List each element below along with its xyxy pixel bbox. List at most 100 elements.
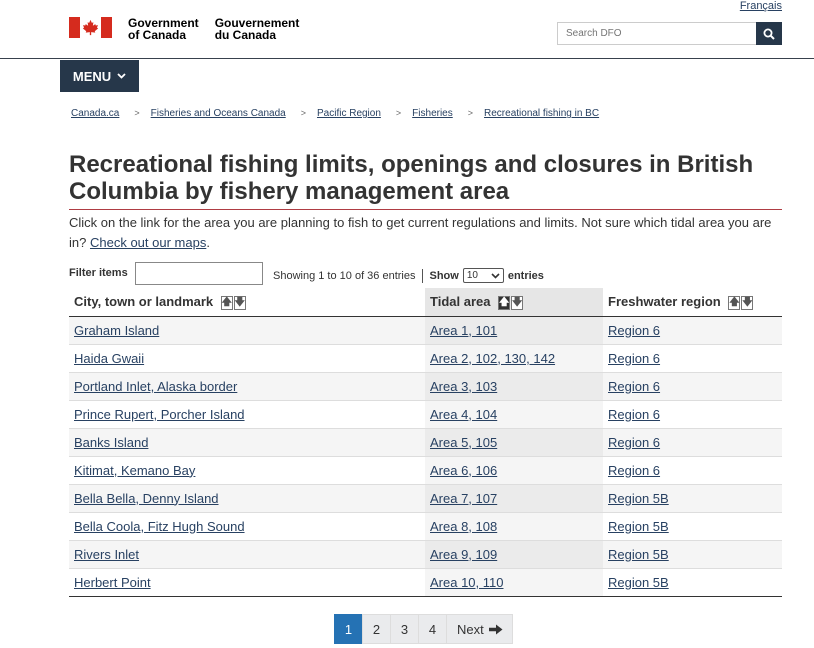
sort-descending-icon: 🡇 (511, 295, 524, 310)
freshwater-region-link[interactable]: Region 5B (608, 547, 669, 562)
city-link[interactable]: Bella Coola, Fitz Hugh Sound (74, 519, 245, 534)
tidal-area-cell: Area 2, 102, 130, 142 (425, 344, 603, 373)
tidal-area-cell: Area 5, 105 (425, 428, 603, 457)
city-link[interactable]: Portland Inlet, Alaska border (74, 379, 237, 394)
city-link[interactable]: Bella Bella, Denny Island (74, 491, 219, 506)
column-header-city[interactable]: City, town or landmark 🡅 🡇 (69, 288, 425, 317)
city-link[interactable]: Kitimat, Kemano Bay (74, 463, 195, 478)
tidal-area-link[interactable]: Area 2, 102, 130, 142 (430, 351, 555, 366)
breadcrumb-separator: > (395, 108, 402, 118)
tidal-area-cell: Area 1, 101 (425, 316, 603, 345)
tidal-area-link[interactable]: Area 8, 108 (430, 519, 497, 534)
freshwater-region-link[interactable]: Region 6 (608, 351, 660, 366)
sort-control[interactable]: 🡅 🡇 (728, 295, 754, 310)
page-button-4[interactable]: 4 (418, 614, 447, 644)
city-cell: Graham Island (69, 316, 425, 345)
next-label: Next (457, 621, 484, 637)
next-page-button[interactable]: Next (446, 614, 513, 644)
column-header-label: Tidal area (430, 293, 491, 309)
breadcrumb-link-dfo[interactable]: Fisheries and Oceans Canada (151, 108, 286, 119)
column-header-label: City, town or landmark (74, 293, 214, 309)
maps-link[interactable]: Check out our maps (90, 235, 206, 250)
intro-end: . (206, 235, 210, 250)
freshwater-region-link[interactable]: Region 6 (608, 435, 660, 450)
freshwater-region-cell: Region 6 (603, 400, 782, 429)
city-link[interactable]: Herbert Point (74, 575, 151, 590)
tidal-area-link[interactable]: Area 6, 106 (430, 463, 497, 478)
breadcrumb-link-pacific-region[interactable]: Pacific Region (317, 108, 381, 119)
breadcrumb-link-canada[interactable]: Canada.ca (71, 108, 119, 119)
entries-label: entries (507, 269, 544, 282)
search-input[interactable] (557, 22, 756, 45)
sort-ascending-icon: 🡅 (220, 295, 233, 310)
freshwater-region-cell: Region 6 (603, 344, 782, 373)
table-row: Prince Rupert, Porcher Island Area 4, 104… (69, 400, 782, 429)
city-link[interactable]: Rivers Inlet (74, 547, 139, 562)
language-toggle-link[interactable]: Français (740, 0, 782, 12)
sort-control[interactable]: 🡅 🡇 (220, 295, 246, 310)
freshwater-region-cell: Region 5B (603, 512, 782, 541)
breadcrumb-link-recreational-fishing[interactable]: Recreational fishing in BC (484, 108, 599, 119)
city-link[interactable]: Banks Island (74, 435, 148, 450)
tidal-area-link[interactable]: Area 9, 109 (430, 547, 497, 562)
table-row: Banks Island Area 5, 105 Region 6 (69, 428, 782, 457)
tidal-area-link[interactable]: Area 5, 105 (430, 435, 497, 450)
page-button-3[interactable]: 3 (390, 614, 419, 644)
sort-ascending-icon: 🡅 (728, 295, 741, 310)
column-header-tidal-area[interactable]: Tidal area 🡅 🡇 (425, 288, 603, 317)
search-button[interactable] (756, 22, 782, 45)
table-row: Graham Island Area 1, 101 Region 6 (69, 316, 782, 345)
tidal-area-link[interactable]: Area 3, 103 (430, 379, 497, 394)
breadcrumb-separator: > (134, 108, 140, 118)
city-cell: Prince Rupert, Porcher Island (69, 400, 425, 429)
table-row: Herbert Point Area 10, 110 Region 5B (69, 568, 782, 597)
arrow-right-icon (488, 624, 503, 634)
freshwater-region-link[interactable]: Region 6 (608, 379, 660, 394)
freshwater-region-cell: Region 5B (603, 568, 782, 597)
page-button-2[interactable]: 2 (362, 614, 391, 644)
breadcrumb-separator: > (467, 108, 474, 118)
government-signature[interactable]: Government of Canada Gouvernement du Can… (69, 17, 299, 41)
breadcrumb-link-fisheries[interactable]: Fisheries (412, 108, 453, 119)
table-header-row: City, town or landmark 🡅 🡇 Tidal area 🡅 🡇 … (69, 288, 782, 317)
table-info-bar: Showing 1 to 10 of 36 entries Show 10 en… (273, 268, 544, 283)
page-length-value: 10 (466, 270, 478, 281)
sort-control[interactable]: 🡅 🡇 (498, 295, 524, 310)
city-cell: Herbert Point (69, 568, 425, 597)
freshwater-region-link[interactable]: Region 6 (608, 407, 660, 422)
menu-button[interactable]: MENU (60, 60, 139, 92)
tidal-area-cell: Area 7, 107 (425, 484, 603, 513)
chevron-down-icon (491, 272, 500, 279)
page-button-1[interactable]: 1 (334, 614, 363, 644)
tidal-area-link[interactable]: Area 1, 101 (430, 323, 497, 338)
city-cell: Rivers Inlet (69, 540, 425, 569)
city-cell: Bella Coola, Fitz Hugh Sound (69, 512, 425, 541)
freshwater-region-link[interactable]: Region 5B (608, 575, 669, 590)
freshwater-region-link[interactable]: Region 5B (608, 519, 669, 534)
city-cell: Bella Bella, Denny Island (69, 484, 425, 513)
search-form (557, 22, 782, 45)
freshwater-region-cell: Region 6 (603, 428, 782, 457)
city-link[interactable]: Prince Rupert, Porcher Island (74, 407, 245, 422)
city-link[interactable]: Haida Gwaii (74, 351, 144, 366)
sort-descending-icon: 🡇 (233, 295, 246, 310)
tidal-area-link[interactable]: Area 10, 110 (430, 575, 503, 590)
freshwater-region-cell: Region 6 (603, 456, 782, 485)
city-cell: Haida Gwaii (69, 344, 425, 373)
filter-input[interactable] (135, 262, 263, 285)
table-row: Bella Coola, Fitz Hugh Sound Area 8, 108 R… (69, 512, 782, 541)
column-header-freshwater-region[interactable]: Freshwater region 🡅 🡇 (603, 288, 782, 317)
freshwater-region-link[interactable]: Region 5B (608, 491, 669, 506)
tidal-area-link[interactable]: Area 7, 107 (430, 491, 497, 506)
freshwater-region-cell: Region 5B (603, 484, 782, 513)
table-row: Rivers Inlet Area 9, 109 Region 5B (69, 540, 782, 569)
freshwater-region-link[interactable]: Region 6 (608, 323, 660, 338)
page-length-select[interactable]: 10 (462, 268, 504, 283)
city-link[interactable]: Graham Island (74, 323, 159, 338)
freshwater-region-link[interactable]: Region 6 (608, 463, 660, 478)
chevron-down-icon (117, 73, 126, 79)
tidal-area-link[interactable]: Area 4, 104 (430, 407, 497, 422)
tidal-area-cell: Area 8, 108 (425, 512, 603, 541)
tidal-area-cell: Area 4, 104 (425, 400, 603, 429)
pagination: 1 2 3 4 Next (334, 614, 513, 644)
